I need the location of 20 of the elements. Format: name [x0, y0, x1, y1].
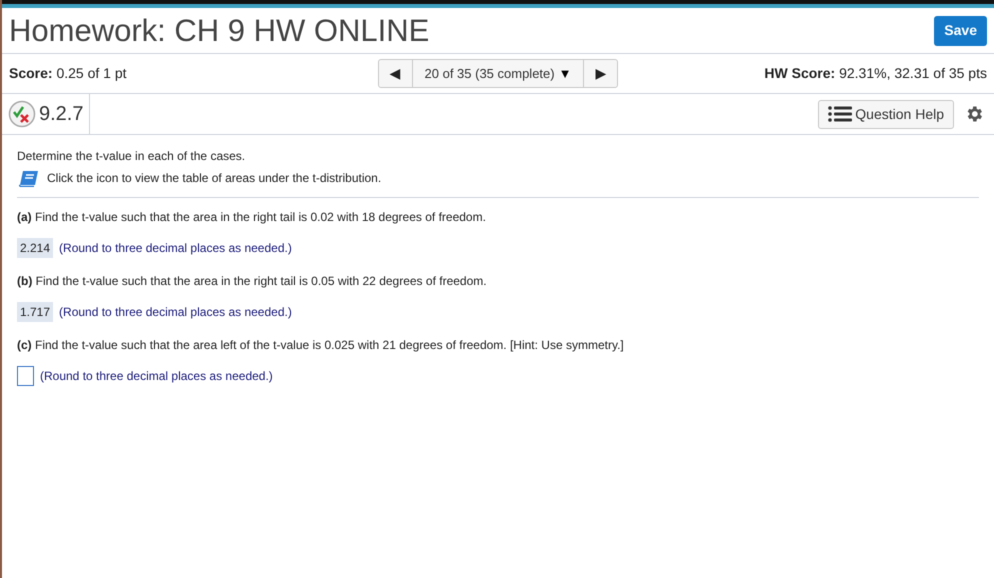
rounding-hint: (Round to three decimal places as needed.) — [40, 368, 273, 385]
book-icon[interactable] — [19, 170, 39, 186]
partial-credit-icon — [8, 100, 36, 128]
rounding-hint: (Round to three decimal places as needed.) — [59, 240, 292, 257]
rounding-hint: (Round to three decimal places as needed.) — [59, 304, 292, 321]
answer-value: 1.717 — [17, 302, 54, 322]
table-link-text: Click the icon to view the table of areas under the t-distribution. — [47, 170, 382, 187]
page-title: Homework: CH 9 HW ONLINE — [9, 15, 430, 46]
question-prompt: (c) Find the t-value such that the area left of the t-value is 0.025 with 21 degrees of freedom. [Hint: Use symmetry.] — [17, 337, 625, 354]
score-text: Score: 0.25 of 1 pt — [9, 64, 128, 83]
answer-value: 2.214 — [17, 238, 54, 258]
instructions-text: Determine the t-value in each of the cases. — [17, 148, 246, 165]
answer-field[interactable] — [17, 366, 34, 386]
question-help-button[interactable]: Question Help — [818, 100, 954, 128]
hw-score-text: HW Score: 92.31%, 32.31 of 35 pts — [763, 64, 987, 83]
list-icon — [828, 106, 852, 122]
save-button[interactable]: Save — [934, 16, 987, 46]
question-number: 9.2.7 — [39, 102, 84, 127]
question-prompt: (a) Find the t-value such that the area in the right tail is 0.02 with 18 degrees of freedom. — [17, 209, 487, 226]
question-prompt: (b) Find the t-value such that the area in the right tail is 0.05 with 22 degrees of freedom. — [17, 273, 488, 290]
